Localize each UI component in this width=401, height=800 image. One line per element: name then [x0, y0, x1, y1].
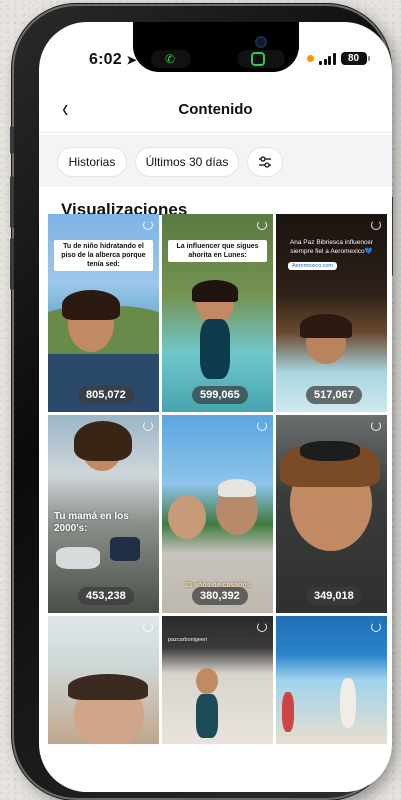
select-circle-icon[interactable] — [257, 622, 267, 632]
tech-gadget-image — [110, 537, 140, 561]
filter-chip-stories[interactable]: Historias — [57, 147, 127, 177]
tile-caption: La influencer que sigues ahorita en Lune… — [168, 240, 267, 262]
tile-caption: Ana Paz Bibriesca influencer siempre fie… — [289, 239, 374, 255]
select-circle-icon[interactable] — [257, 220, 267, 230]
select-circle-icon[interactable] — [371, 421, 381, 431]
recording-dot-icon — [307, 55, 314, 62]
swimsuit — [196, 694, 218, 738]
grid-tile[interactable]: pazcarbonigeeri — [162, 616, 273, 744]
hair — [68, 674, 148, 700]
grid-tile[interactable]: Tu mamá en los 2000's: 453,238 — [48, 415, 159, 613]
divider — [39, 132, 392, 133]
hair — [192, 280, 238, 302]
sunglasses — [300, 441, 360, 461]
page-title: Contenido — [178, 101, 253, 118]
signal-icon — [319, 52, 336, 65]
mute-switch — [10, 126, 14, 154]
grid-tile[interactable]: 349,018 — [276, 415, 387, 613]
car-image — [56, 547, 100, 569]
status-time: 6:02 ➤ — [89, 51, 137, 69]
hair — [300, 314, 352, 338]
person-figure — [282, 692, 294, 732]
phone-frame: ✆ 6:02 ➤ 80 ‹ Contenido Historias Último… — [10, 6, 393, 798]
camera-icon — [255, 36, 267, 48]
filter-settings-button[interactable] — [247, 147, 283, 177]
grid-tile[interactable]: 20 años de casados 380,392 — [162, 415, 273, 613]
phone-icon: ✆ — [165, 52, 176, 66]
activity-indicator — [237, 50, 285, 68]
tile-caption: pazcarbonigeeri — [168, 637, 208, 643]
hair — [62, 290, 120, 320]
volume-up-button — [10, 176, 14, 228]
view-count: 380,392 — [192, 587, 248, 605]
dynamic-island: ✆ — [133, 22, 299, 72]
person-face — [196, 668, 218, 694]
header: ‹ Contenido — [39, 92, 392, 128]
screen: ✆ 6:02 ➤ 80 ‹ Contenido Historias Último… — [39, 22, 392, 792]
person-figure — [340, 678, 356, 728]
link-sticker: Aeromexico.com — [288, 262, 337, 270]
grid-tile[interactable]: Ana Paz Bibriesca influencer siempre fie… — [276, 214, 387, 412]
select-circle-icon[interactable] — [143, 622, 153, 632]
battery-icon: 80 — [340, 52, 370, 65]
filter-chip-date-range[interactable]: Últimos 30 días — [135, 147, 239, 177]
grid-tile[interactable] — [276, 616, 387, 744]
filter-bar: Historias Últimos 30 días — [39, 135, 392, 187]
tile-caption: Tu mamá en los 2000's: — [54, 511, 129, 534]
grid-tile[interactable] — [48, 616, 159, 744]
tile-caption: Tu de niño hidratando el piso de la albe… — [54, 240, 153, 271]
person-face — [168, 495, 206, 539]
select-circle-icon[interactable] — [143, 421, 153, 431]
view-count: 599,065 — [192, 386, 248, 404]
grid-tile[interactable]: Tu de niño hidratando el piso de la albe… — [48, 214, 159, 412]
select-circle-icon[interactable] — [371, 622, 381, 632]
view-count: 517,067 — [306, 386, 362, 404]
view-count: 805,072 — [78, 386, 134, 404]
select-circle-icon[interactable] — [143, 220, 153, 230]
hair — [74, 421, 132, 461]
call-indicator: ✆ — [151, 50, 191, 68]
swimsuit — [200, 319, 230, 379]
sliders-icon — [259, 156, 271, 168]
volume-down-button — [10, 238, 14, 290]
grid-tile[interactable]: La influencer que sigues ahorita en Lune… — [162, 214, 273, 412]
white-hair — [218, 479, 256, 497]
view-count: 453,238 — [78, 587, 134, 605]
view-count: 349,018 — [306, 587, 362, 605]
select-circle-icon[interactable] — [371, 220, 381, 230]
screen-record-icon — [251, 52, 265, 66]
clock: 6:02 — [89, 51, 122, 68]
status-icons: 80 — [307, 52, 370, 65]
select-circle-icon[interactable] — [257, 421, 267, 431]
